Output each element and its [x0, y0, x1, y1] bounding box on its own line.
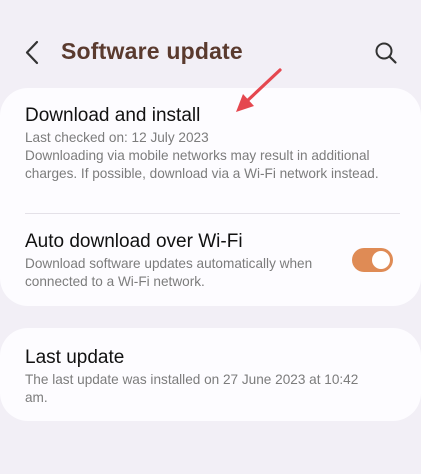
toggle-knob: [372, 251, 390, 269]
auto-download-title: Auto download over Wi-Fi: [25, 231, 243, 252]
app-bar: Software update: [0, 0, 421, 100]
last-checked-text: Last checked on: 12 July 2023: [25, 130, 209, 145]
auto-download-description: Download software updates automatically …: [25, 256, 313, 289]
back-button[interactable]: [20, 36, 50, 70]
last-update-description: The last update was installed on 27 June…: [25, 372, 359, 405]
divider: [25, 213, 400, 214]
annotation-arrow-icon: [236, 68, 282, 112]
download-and-install-item[interactable]: Download and install Last checked on: 12…: [25, 104, 401, 183]
update-settings-card: Download and install Last checked on: 12…: [0, 88, 421, 306]
chevron-left-icon: [25, 40, 39, 65]
download-and-install-title: Download and install: [25, 105, 201, 126]
last-update-item[interactable]: Last update The last update was installe…: [25, 346, 381, 407]
last-update-title: Last update: [25, 347, 125, 368]
auto-download-item[interactable]: Auto download over Wi-Fi Download softwa…: [25, 230, 341, 291]
search-icon: [375, 42, 397, 64]
mobile-data-note: Downloading via mobile networks may resu…: [25, 148, 379, 181]
search-button[interactable]: [373, 40, 399, 66]
page-title: Software update: [61, 38, 243, 64]
auto-download-toggle[interactable]: [352, 248, 393, 272]
last-update-card: Last update The last update was installe…: [0, 328, 421, 421]
